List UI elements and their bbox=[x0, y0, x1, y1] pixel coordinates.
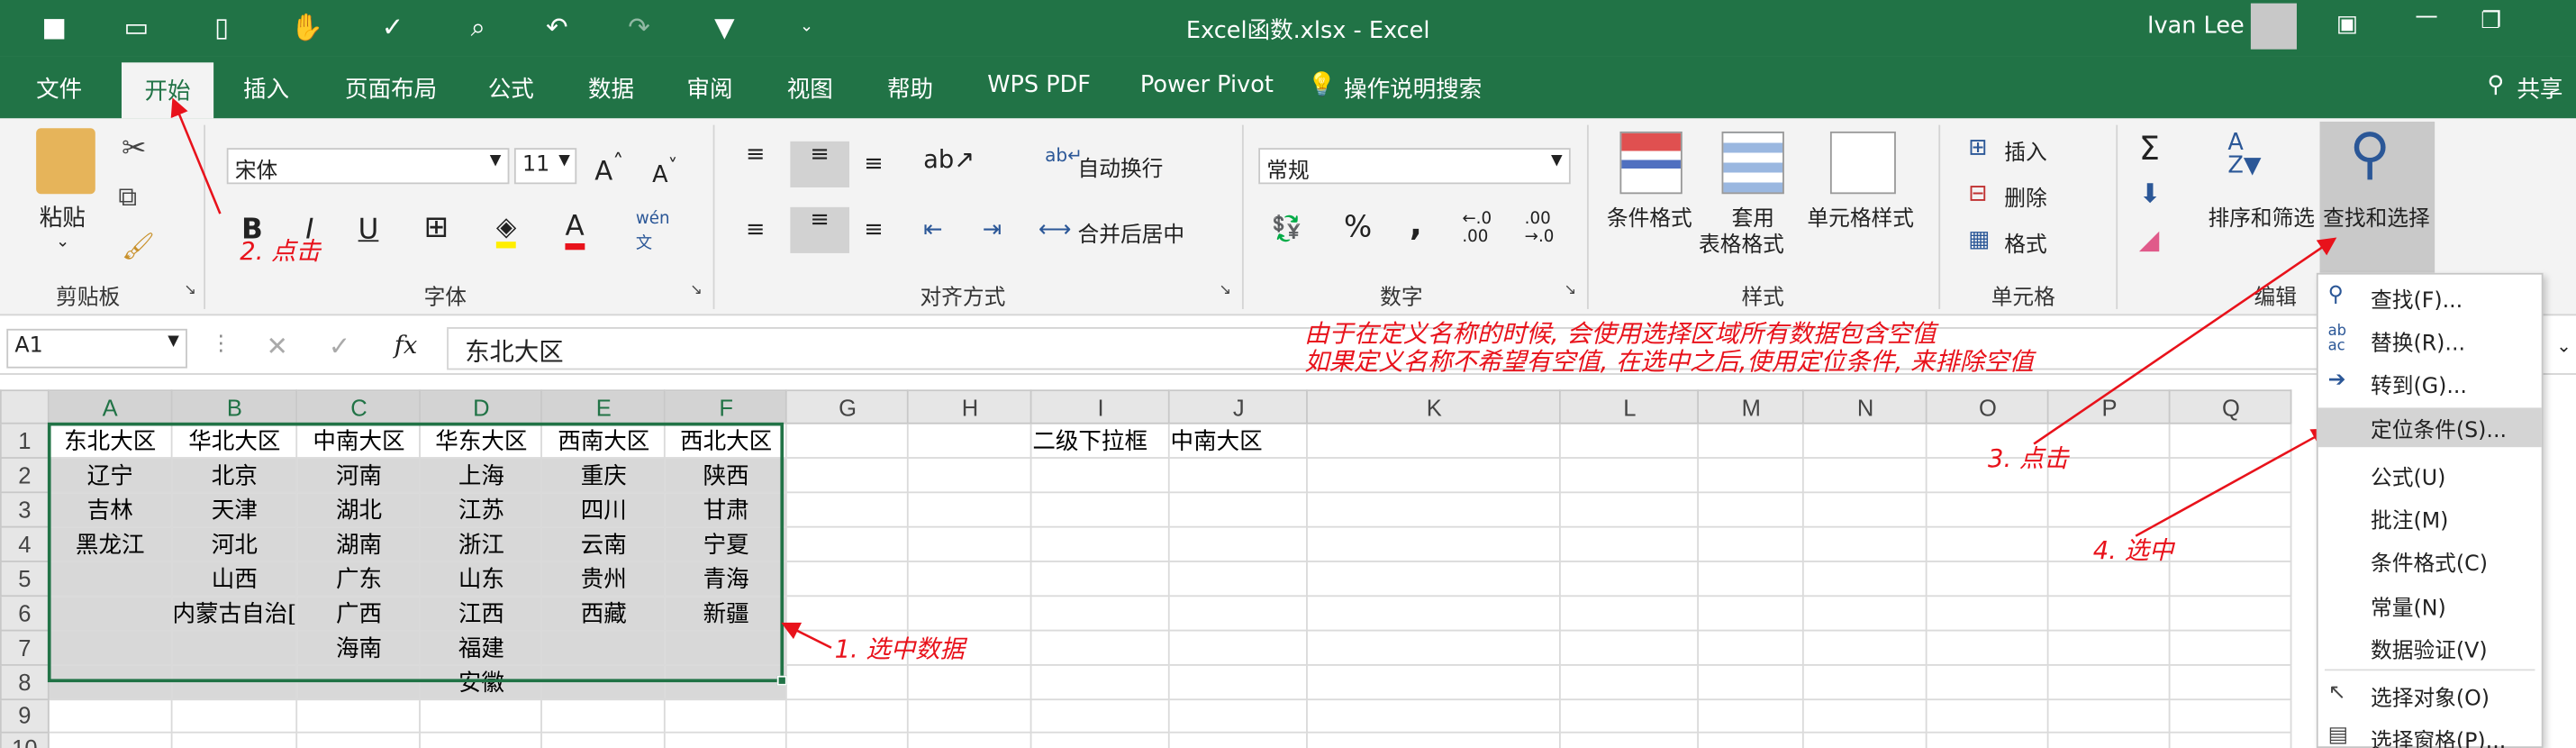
cursor-icon: ↖ bbox=[2327, 680, 2346, 706]
selection-pane-icon: ▤ bbox=[2327, 723, 2349, 748]
replace-icon: ab ac bbox=[2327, 324, 2347, 356]
menu-item-formulas[interactable]: 公式(U) bbox=[2318, 455, 2542, 495]
menu-item-conditional-formatting[interactable]: 条件格式(C) bbox=[2318, 541, 2542, 580]
find-icon: ⚲ bbox=[2327, 282, 2344, 308]
arrow-1 bbox=[781, 622, 832, 649]
menu-item-select-objects[interactable]: ↖ 选择对象(O) bbox=[2318, 676, 2542, 716]
menu-item-constants[interactable]: 常量(N) bbox=[2318, 585, 2542, 625]
menu-item-data-validation[interactable]: 数据验证(V) bbox=[2318, 628, 2542, 668]
menu-divider bbox=[2324, 669, 2535, 671]
menu-item-comments[interactable]: 批注(M) bbox=[2318, 498, 2542, 538]
menu-item-goto[interactable]: ➔ 转到(G)... bbox=[2318, 363, 2542, 403]
find-select-menu: ⚲ 查找(F)... ab ac 替换(R)... ➔ 转到(G)... 定位条件(S)… bbox=[2316, 272, 2544, 748]
menu-item-goto-special[interactable]: 定位条件(S)... bbox=[2317, 407, 2542, 448]
annotation-arrows bbox=[170, 97, 2337, 649]
arrow-3 bbox=[2033, 237, 2337, 445]
menu-item-find[interactable]: ⚲ 查找(F)... bbox=[2318, 278, 2542, 317]
arrow-4 bbox=[2135, 428, 2331, 537]
menu-item-selection-pane[interactable]: ▤ 选择窗格(P)... bbox=[2318, 718, 2542, 748]
arrow-right-icon: ➔ bbox=[2327, 368, 2346, 393]
arrow-2 bbox=[170, 97, 222, 214]
menu-item-replace[interactable]: ab ac 替换(R)... bbox=[2318, 321, 2542, 360]
